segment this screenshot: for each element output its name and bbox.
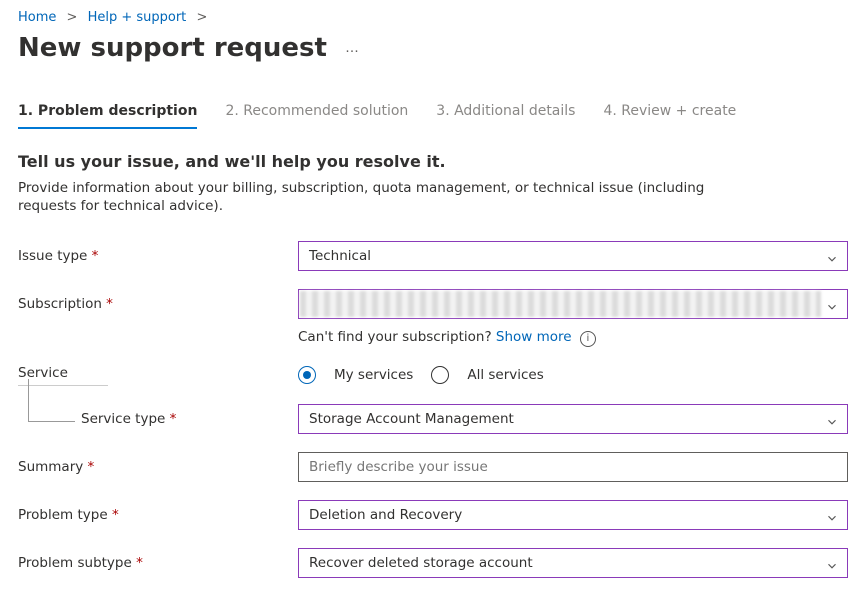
chevron-right-icon: > <box>190 10 213 25</box>
label-summary: Summary <box>18 459 298 475</box>
problem-type-select[interactable]: Deletion and Recovery <box>298 500 848 530</box>
label-issue-type: Issue type <box>18 248 298 264</box>
issue-type-value: Technical <box>309 248 371 264</box>
problem-form: Issue type Technical Subscription Can't … <box>18 241 848 578</box>
chevron-down-icon <box>825 555 839 583</box>
radio-all-services[interactable] <box>431 366 449 384</box>
chevron-down-icon <box>825 248 839 276</box>
intro-heading: Tell us your issue, and we'll help you r… <box>18 152 848 171</box>
service-type-select[interactable]: Storage Account Management <box>298 404 848 434</box>
radio-all-services-label: All services <box>467 367 543 383</box>
label-problem-type: Problem type <box>18 507 298 523</box>
problem-type-value: Deletion and Recovery <box>309 507 462 523</box>
chevron-down-icon <box>825 296 839 324</box>
breadcrumb-home[interactable]: Home <box>18 10 56 25</box>
chevron-down-icon <box>825 411 839 439</box>
more-icon[interactable]: … <box>345 40 361 56</box>
chevron-right-icon: > <box>61 10 84 25</box>
intro-text: Provide information about your billing, … <box>18 179 758 215</box>
problem-subtype-select[interactable]: Recover deleted storage account <box>298 548 848 578</box>
label-subscription: Subscription <box>18 296 298 312</box>
show-more-link[interactable]: Show more <box>496 329 572 345</box>
problem-subtype-value: Recover deleted storage account <box>309 555 533 571</box>
service-type-value: Storage Account Management <box>309 411 514 427</box>
info-icon[interactable]: i <box>580 331 596 347</box>
redacted-value <box>300 291 821 317</box>
subscription-helper: Can't find your subscription? Show more … <box>298 329 848 347</box>
tab-additional-details[interactable]: 3. Additional details <box>436 103 575 128</box>
breadcrumb: Home > Help + support > <box>18 8 848 29</box>
radio-my-services[interactable] <box>298 366 316 384</box>
page-title: New support request <box>18 33 327 63</box>
tab-problem-description[interactable]: 1. Problem description <box>18 103 197 129</box>
subscription-select[interactable] <box>298 289 848 319</box>
chevron-down-icon <box>825 507 839 535</box>
tree-connector-icon <box>28 379 75 422</box>
label-problem-subtype: Problem subtype <box>18 555 298 571</box>
breadcrumb-help-support[interactable]: Help + support <box>88 10 187 25</box>
radio-my-services-label: My services <box>334 367 413 383</box>
issue-type-select[interactable]: Technical <box>298 241 848 271</box>
summary-input[interactable]: Briefly describe your issue <box>298 452 848 482</box>
tab-recommended-solution[interactable]: 2. Recommended solution <box>225 103 408 128</box>
wizard-tabs: 1. Problem description 2. Recommended so… <box>18 103 848 128</box>
label-service-type: Service type <box>81 411 176 427</box>
tab-review-create[interactable]: 4. Review + create <box>603 103 736 128</box>
